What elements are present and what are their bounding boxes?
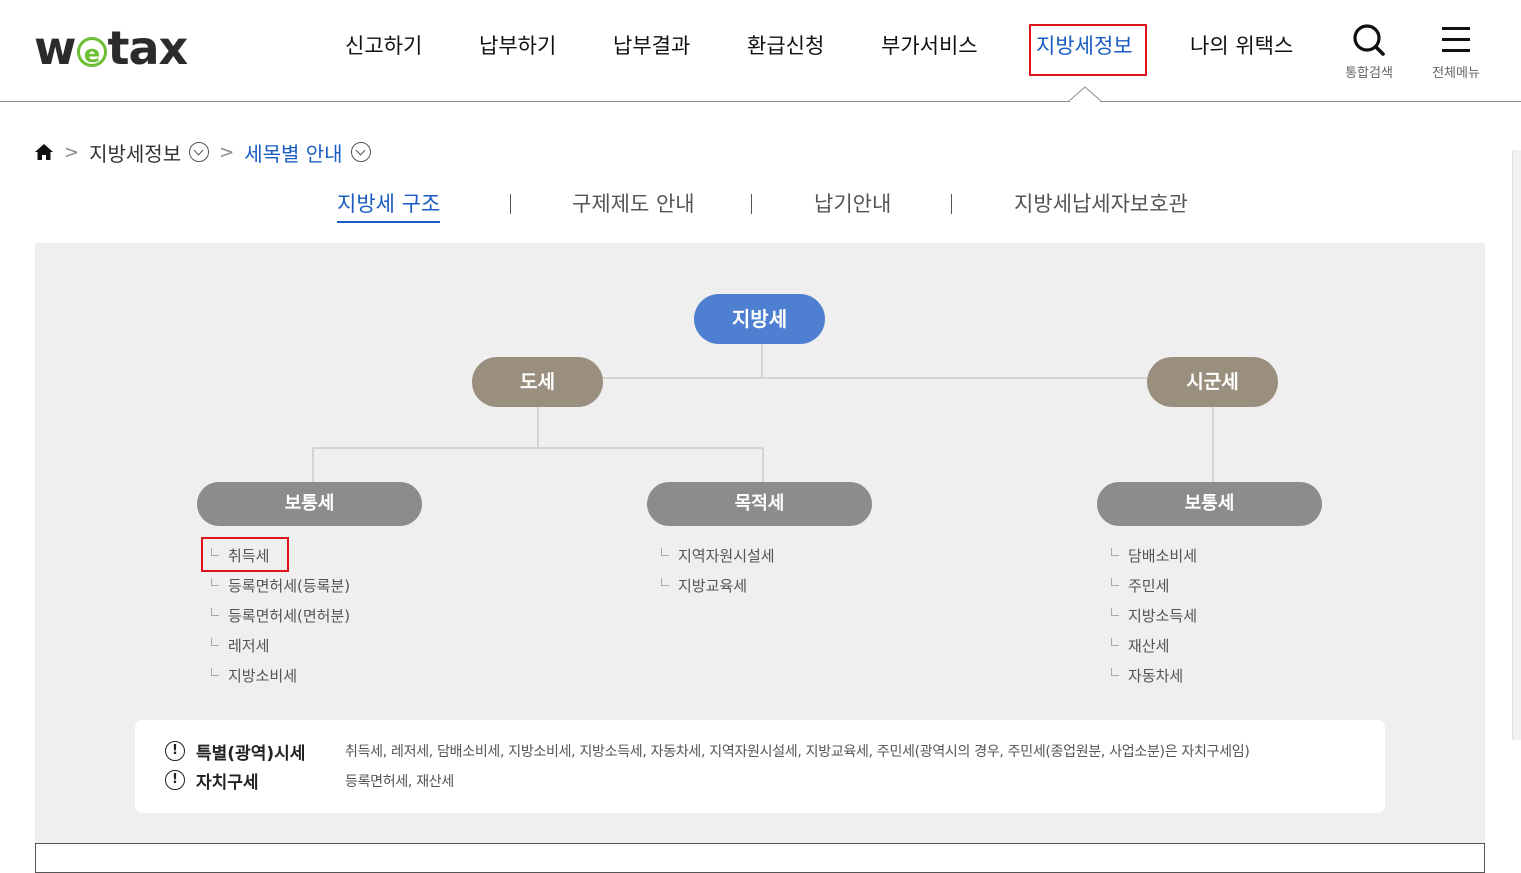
node-do-general-tax: 보통세 (197, 482, 422, 526)
item-label: 지방소비세 (228, 667, 298, 685)
chevron-down-icon[interactable] (189, 142, 210, 162)
list-item[interactable]: 등록면허세(면허분) (211, 601, 350, 631)
sub-item-marker (1111, 638, 1119, 646)
nav-extra-services[interactable]: 부가서비스 (881, 30, 978, 60)
nav-payment-result[interactable]: 납부결과 (613, 30, 690, 60)
sub-item-marker (661, 548, 669, 556)
notice-row-district: ! 자치구세 (165, 766, 259, 794)
exclamation-icon: ! (165, 770, 185, 790)
item-label: 레저세 (228, 637, 270, 655)
hamburger-icon (1442, 27, 1470, 52)
node-local-tax: 지방세 (694, 294, 825, 344)
sub-item-marker (211, 638, 219, 646)
next-section-box (35, 843, 1485, 873)
page-scrollbar[interactable] (1512, 150, 1521, 740)
item-label: 자동차세 (1128, 667, 1184, 685)
tax-structure-panel: 지방세 도세 시군세 보통세 목적세 보통세 취득세 등록면허세(등록분) 등록… (35, 243, 1485, 863)
all-menu-button[interactable]: 전체메뉴 (1426, 22, 1486, 81)
nav-my-wetax[interactable]: 나의 위택스 (1190, 30, 1293, 60)
tab-taxpayer-protection[interactable]: 지방세납세자보호관 (1014, 188, 1188, 218)
tab-local-tax-structure[interactable]: 지방세 구조 (337, 188, 441, 223)
site-header: w e tax 신고하기 납부하기 납부결과 환급신청 부가서비스 지방세정보 나의… (0, 0, 1521, 102)
acquisition-tax-highlight-box (201, 537, 289, 572)
chevron-down-icon[interactable] (350, 142, 371, 162)
item-label: 재산세 (1128, 637, 1170, 655)
all-menu-label: 전체메뉴 (1432, 66, 1480, 81)
node-city-county-tax: 시군세 (1147, 357, 1278, 407)
nav-report[interactable]: 신고하기 (345, 30, 422, 60)
node-do-purpose-tax: 목적세 (647, 482, 872, 526)
list-item[interactable]: 등록면허세(등록분) (211, 571, 350, 601)
search-label: 통합검색 (1345, 66, 1393, 81)
home-icon[interactable] (34, 142, 54, 162)
sub-item-marker (1111, 548, 1119, 556)
chevron-right-icon: > (64, 141, 80, 163)
item-label: 등록면허세(등록분) (228, 577, 351, 595)
node-provincial-tax: 도세 (472, 357, 603, 407)
tab-divider (510, 194, 511, 214)
notice-row-metro-city: ! 특별(광역)시세 (165, 737, 305, 765)
list-item[interactable]: 지방교육세 (661, 571, 775, 601)
nav-active-caret (1068, 86, 1102, 102)
sub-item-marker (211, 608, 219, 616)
item-label: 등록면허세(면허분) (228, 607, 351, 625)
sub-item-marker (1111, 578, 1119, 586)
logo-e-circle: e (76, 37, 107, 68)
item-label: 지방소득세 (1128, 607, 1198, 625)
item-label: 지방교육세 (678, 577, 748, 595)
list-item[interactable]: 지방소비세 (211, 661, 350, 691)
notice-text: 취득세, 레저세, 담배소비세, 지방소비세, 지방소득세, 자동차세, 지역자… (345, 744, 1250, 760)
chevron-right-icon: > (219, 141, 235, 163)
breadcrumb-level2[interactable]: 세목별 안내 (244, 138, 342, 167)
search-icon (1353, 24, 1385, 56)
tab-divider (951, 194, 952, 214)
node-sigun-general-tax: 보통세 (1097, 482, 1322, 526)
logo-text-w: w (34, 21, 76, 75)
sub-item-marker (1111, 608, 1119, 616)
item-label: 주민세 (1128, 577, 1170, 595)
sub-item-marker (211, 578, 219, 586)
sub-item-marker (211, 668, 219, 676)
tab-remedy-system[interactable]: 구제제도 안내 (572, 188, 695, 218)
nav-highlight-box (1029, 24, 1147, 76)
sub-item-marker (1111, 668, 1119, 676)
nav-refund[interactable]: 환급신청 (747, 30, 824, 60)
tab-divider (751, 194, 752, 214)
sub-item-marker (661, 578, 669, 586)
search-button[interactable]: 통합검색 (1339, 22, 1399, 81)
wetax-logo[interactable]: w e tax (34, 21, 189, 75)
logo-text-tax: tax (107, 21, 189, 75)
nav-pay[interactable]: 납부하기 (479, 30, 556, 60)
list-item[interactable]: 지방소득세 (1111, 601, 1197, 631)
list-item[interactable]: 지역자원시설세 (661, 541, 775, 571)
list-item[interactable]: 재산세 (1111, 631, 1197, 661)
notice-title: 자치구세 (196, 772, 259, 793)
sigun-general-tax-list: 담배소비세 주민세 지방소득세 재산세 자동차세 (1111, 541, 1197, 691)
tab-due-dates[interactable]: 납기안내 (814, 188, 891, 218)
item-label: 담배소비세 (1128, 547, 1198, 565)
list-item[interactable]: 레저세 (211, 631, 350, 661)
list-item[interactable]: 담배소비세 (1111, 541, 1197, 571)
breadcrumb-level1[interactable]: 지방세정보 (89, 138, 181, 167)
breadcrumb: > 지방세정보 > 세목별 안내 (34, 138, 371, 166)
list-item[interactable]: 주민세 (1111, 571, 1197, 601)
tax-notice-box: ! 특별(광역)시세 취득세, 레저세, 담배소비세, 지방소비세, 지방소득세… (135, 720, 1385, 813)
do-purpose-tax-list: 지역자원시설세 지방교육세 (661, 541, 775, 601)
notice-title: 특별(광역)시세 (196, 743, 306, 764)
list-item[interactable]: 자동차세 (1111, 661, 1197, 691)
notice-text: 등록면허세, 재산세 (345, 774, 454, 790)
item-label: 지역자원시설세 (678, 547, 775, 565)
exclamation-icon: ! (165, 741, 185, 761)
